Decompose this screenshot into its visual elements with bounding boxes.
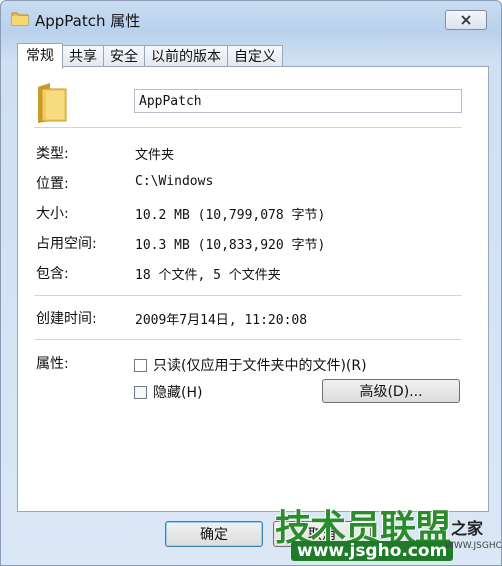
readonly-checkbox-label: 只读(仅应用于文件夹中的文件)(R) — [153, 358, 367, 374]
folder-icon — [11, 10, 29, 26]
divider — [34, 339, 462, 340]
folder-icon-large — [36, 81, 70, 125]
readonly-checkbox[interactable] — [134, 358, 147, 372]
size-value: 10.2 MB (10,799,078 字节) — [135, 208, 326, 223]
type-label: 类型: — [36, 146, 69, 162]
location-label: 位置: — [36, 176, 69, 192]
location-value: C:\Windows — [135, 174, 214, 189]
tab-general[interactable]: 常规 — [17, 43, 63, 69]
tab-security[interactable]: 安全 — [103, 45, 145, 67]
general-panel: 类型: 文件夹 位置: C:\Windows 大小: 10.2 MB (10,7… — [17, 66, 489, 512]
title-bar[interactable]: AppPatch 属性 — [1, 1, 501, 39]
contains-value: 18 个文件, 5 个文件夹 — [135, 268, 281, 283]
hidden-checkbox[interactable] — [134, 385, 147, 399]
created-value: 2009年7月14日, 11:20:08 — [135, 313, 308, 328]
readonly-checkbox-row[interactable]: 只读(仅应用于文件夹中的文件)(R) — [134, 355, 367, 375]
close-icon — [460, 11, 472, 30]
watermark-url-secondary: WWW.JSGHO.NET — [445, 541, 502, 551]
ok-button[interactable]: 确定 — [165, 521, 263, 547]
close-button[interactable] — [445, 10, 487, 30]
created-label: 创建时间: — [36, 311, 97, 327]
tab-strip: 常规 共享 安全 以前的版本 自定义 — [17, 43, 283, 69]
tab-sharing[interactable]: 共享 — [62, 45, 104, 67]
hidden-checkbox-row[interactable]: 隐藏(H) — [134, 382, 202, 402]
divider — [34, 127, 462, 128]
size-on-disk-value: 10.3 MB (10,833,920 字节) — [135, 238, 326, 253]
tab-previous-versions[interactable]: 以前的版本 — [144, 45, 228, 67]
hidden-checkbox-label: 隐藏(H) — [153, 385, 203, 401]
size-label: 大小: — [36, 206, 69, 222]
cancel-button[interactable]: 取消 — [273, 521, 371, 547]
properties-window: AppPatch 属性 常规 共享 安全 以前的版本 自定义 类型: 文件夹 — [0, 0, 502, 566]
watermark-suffix: 之家 — [451, 519, 484, 538]
contains-label: 包含: — [36, 266, 69, 282]
tab-customize[interactable]: 自定义 — [227, 45, 283, 67]
type-value: 文件夹 — [135, 148, 175, 163]
advanced-button[interactable]: 高级(D)... — [322, 379, 460, 403]
divider — [34, 295, 462, 296]
attributes-label: 属性: — [36, 356, 69, 372]
folder-name-input[interactable] — [134, 89, 462, 113]
size-on-disk-label: 占用空间: — [36, 236, 97, 252]
window-title: AppPatch 属性 — [35, 12, 141, 30]
